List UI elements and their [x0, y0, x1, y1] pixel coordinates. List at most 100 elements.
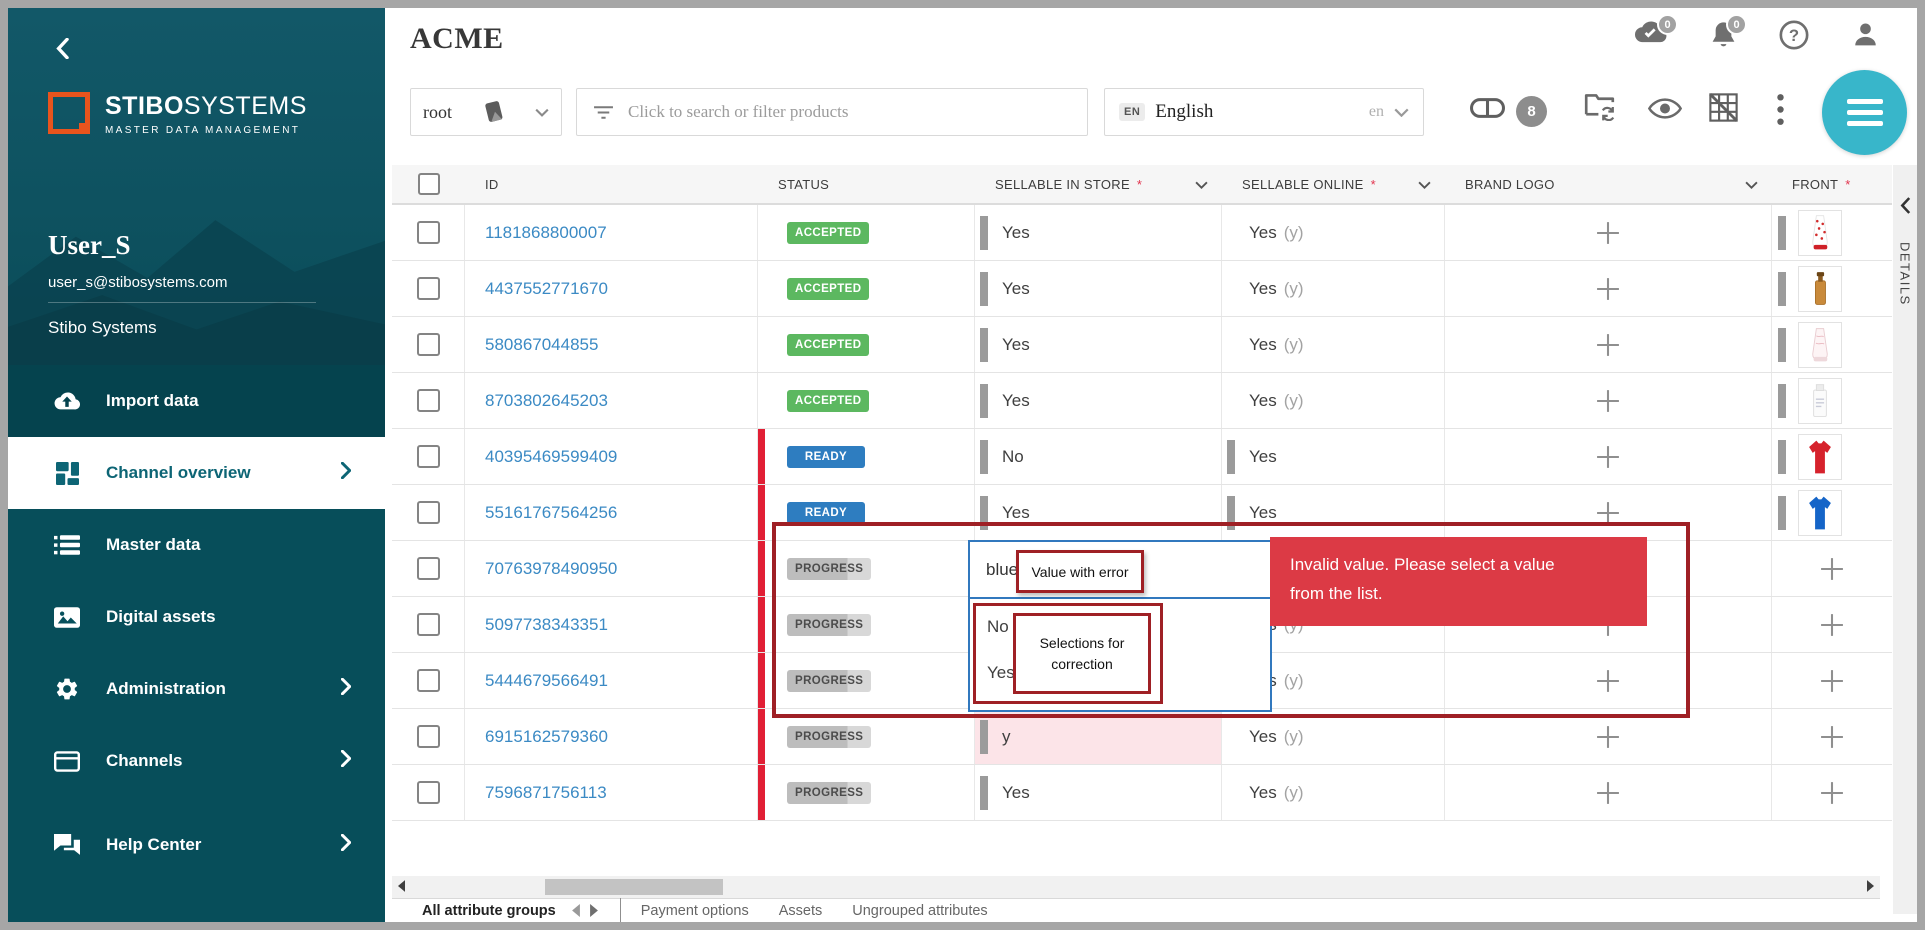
profile-button[interactable]	[1851, 20, 1880, 54]
sellable-online-cell[interactable]: Yes(y)	[1222, 765, 1445, 820]
sellable-in-store-cell[interactable]: No	[975, 429, 1222, 484]
product-id-link[interactable]: 70763978490950	[465, 559, 617, 579]
sellable-online-cell[interactable]: Yes(y)	[1222, 373, 1445, 428]
status-badge: READY	[787, 502, 865, 524]
row-checkbox[interactable]	[417, 557, 440, 580]
product-id-link[interactable]: 5444679566491	[465, 671, 608, 691]
row-checkbox[interactable]	[417, 221, 440, 244]
brand-logo-cell[interactable]	[1445, 205, 1772, 260]
product-thumbnail[interactable]	[1798, 490, 1842, 536]
tab-all-attribute-groups[interactable]: All attribute groups	[422, 903, 556, 919]
sellable-in-store-cell[interactable]: Yes	[975, 373, 1222, 428]
details-panel-rail[interactable]: DETAILS	[1893, 165, 1917, 914]
sellable-online-cell[interactable]: Yes	[1222, 429, 1445, 484]
more-options-button[interactable]	[1777, 94, 1784, 130]
id-cell: 7596871756113	[465, 765, 758, 820]
front-image-cell[interactable]	[1772, 429, 1892, 484]
row-checkbox[interactable]	[417, 333, 440, 356]
main-menu-fab[interactable]	[1822, 70, 1907, 155]
compare-count-badge[interactable]: 8	[1516, 96, 1547, 127]
product-id-link[interactable]: 8703802645203	[465, 391, 608, 411]
product-thumbnail[interactable]	[1798, 266, 1842, 312]
brand-logo-cell[interactable]	[1445, 317, 1772, 372]
preview-button[interactable]	[1648, 98, 1682, 124]
brand-logo-cell[interactable]	[1445, 429, 1772, 484]
product-thumbnail[interactable]	[1798, 434, 1842, 480]
sellable-in-store-cell[interactable]: Yes	[975, 261, 1222, 316]
front-image-cell[interactable]	[1772, 261, 1892, 316]
front-image-cell[interactable]	[1772, 653, 1892, 708]
tab-ungrouped-attributes[interactable]: Ungrouped attributes	[852, 903, 987, 919]
brand-logo-cell[interactable]	[1445, 765, 1772, 820]
product-thumbnail[interactable]	[1798, 210, 1842, 256]
sidebar-collapse-icon[interactable]	[56, 38, 69, 59]
row-checkbox[interactable]	[417, 277, 440, 300]
column-header-sellable-in-store[interactable]: SELLABLE IN STORE*	[975, 165, 1222, 203]
select-all-checkbox[interactable]	[418, 173, 440, 195]
sellable-online-cell[interactable]: Yes(y)	[1222, 261, 1445, 316]
front-image-cell[interactable]	[1772, 709, 1892, 764]
column-header-sellable-online[interactable]: SELLABLE ONLINE*	[1222, 165, 1445, 203]
sidebar-item-master-data[interactable]: Master data	[8, 509, 385, 581]
sidebar-item-digital-assets[interactable]: Digital assets	[8, 581, 385, 653]
front-image-cell[interactable]	[1772, 205, 1892, 260]
row-checkbox[interactable]	[417, 613, 440, 636]
row-checkbox[interactable]	[417, 445, 440, 468]
product-id-link[interactable]: 4437552771670	[465, 279, 608, 299]
tab-scroll-left-icon[interactable]	[572, 904, 580, 917]
scroll-right-icon[interactable]	[1867, 880, 1874, 892]
details-expand-icon[interactable]	[1900, 197, 1911, 214]
root-node-selector[interactable]: root	[410, 88, 562, 136]
table-view-toggle-button[interactable]	[1708, 92, 1739, 128]
compare-toggle-button[interactable]	[1470, 98, 1505, 123]
sidebar-item-channels[interactable]: Channels	[8, 725, 385, 797]
row-checkbox[interactable]	[417, 781, 440, 804]
row-checkbox[interactable]	[417, 669, 440, 692]
product-id-link[interactable]: 40395469599409	[465, 447, 617, 467]
brand-logo-cell[interactable]	[1445, 373, 1772, 428]
folder-sync-button[interactable]	[1584, 92, 1615, 126]
background-processes-button[interactable]: 0	[1632, 20, 1668, 49]
sellable-in-store-cell[interactable]: Yes	[975, 765, 1222, 820]
tab-payment-options[interactable]: Payment options	[641, 903, 749, 919]
search-input[interactable]: Click to search or filter products	[576, 88, 1088, 136]
scrollbar-thumb[interactable]	[545, 879, 723, 895]
language-selector[interactable]: EN English en	[1104, 88, 1424, 136]
sellable-online-cell[interactable]: Yes(y)	[1222, 317, 1445, 372]
front-image-cell[interactable]	[1772, 597, 1892, 652]
sellable-in-store-cell[interactable]: Yes	[975, 317, 1222, 372]
row-checkbox[interactable]	[417, 389, 440, 412]
sellable-in-store-cell[interactable]: Yes	[975, 205, 1222, 260]
product-id-link[interactable]: 55161767564256	[465, 503, 617, 523]
product-id-link[interactable]: 580867044855	[465, 335, 598, 355]
column-header-status[interactable]: STATUS	[758, 165, 975, 203]
scroll-left-icon[interactable]	[398, 880, 405, 892]
column-header-brand-logo[interactable]: BRAND LOGO	[1445, 165, 1772, 203]
help-button[interactable]: ?	[1779, 20, 1809, 55]
sellable-online-cell[interactable]: Yes(y)	[1222, 205, 1445, 260]
sidebar-item-import-data[interactable]: Import data	[8, 365, 385, 437]
notifications-button[interactable]: 0	[1710, 20, 1737, 54]
sidebar-item-help-center[interactable]: Help Center	[8, 812, 385, 878]
front-image-cell[interactable]	[1772, 317, 1892, 372]
row-checkbox[interactable]	[417, 725, 440, 748]
product-id-link[interactable]: 7596871756113	[465, 783, 607, 803]
brand-logo-cell[interactable]	[1445, 261, 1772, 316]
front-image-cell[interactable]	[1772, 541, 1892, 596]
product-thumbnail[interactable]	[1798, 322, 1842, 368]
sidebar-item-administration[interactable]: Administration	[8, 653, 385, 725]
row-checkbox[interactable]	[417, 501, 440, 524]
front-image-cell[interactable]	[1772, 765, 1892, 820]
horizontal-scrollbar[interactable]	[392, 876, 1880, 898]
front-image-cell[interactable]	[1772, 373, 1892, 428]
sidebar-item-channel-overview[interactable]: Channel overview	[8, 437, 385, 509]
product-id-link[interactable]: 6915162579360	[465, 727, 608, 747]
tab-scroll-right-icon[interactable]	[590, 904, 598, 917]
front-image-cell[interactable]	[1772, 485, 1892, 540]
column-header-front[interactable]: FRONT*	[1772, 165, 1892, 203]
column-header-id[interactable]: ID	[465, 165, 758, 203]
tab-assets[interactable]: Assets	[779, 903, 823, 919]
product-thumbnail[interactable]	[1798, 378, 1842, 424]
product-id-link[interactable]: 1181868800007	[465, 223, 607, 243]
product-id-link[interactable]: 5097738343351	[465, 615, 608, 635]
